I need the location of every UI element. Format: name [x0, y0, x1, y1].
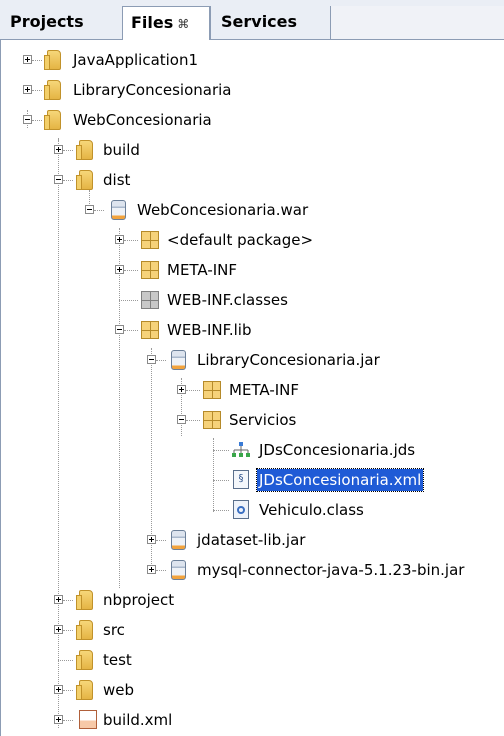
tree-node-test[interactable]: test — [103, 649, 132, 671]
package-icon — [141, 231, 159, 249]
folder-icon — [76, 140, 93, 160]
expand-libraryconcesionaria-icon[interactable] — [23, 85, 32, 94]
package-icon — [141, 261, 159, 279]
folder-icon — [76, 650, 93, 670]
expand-build-xml-icon[interactable] — [54, 715, 63, 724]
folder-icon — [44, 50, 61, 70]
jar-icon — [171, 560, 186, 580]
dataset-icon — [231, 441, 251, 459]
tree-node-jdataset-lib-jar[interactable]: jdataset-lib.jar — [197, 529, 305, 551]
folder-icon — [44, 80, 61, 100]
class-file-icon — [233, 500, 249, 519]
tab-projects[interactable]: Projects — [0, 6, 120, 39]
tree-node-jdsconcesionaria-jds[interactable]: JDsConcesionaria.jds — [259, 439, 415, 461]
collapse-servicios-icon[interactable] — [177, 415, 186, 424]
tab-files[interactable]: Files ⌘ — [122, 6, 210, 40]
expand-default-package-icon[interactable] — [115, 235, 124, 244]
folder-icon — [44, 110, 61, 130]
tree-node-javaapplication1[interactable]: JavaApplication1 — [73, 49, 198, 71]
tree-node-web-inf-lib[interactable]: WEB-INF.lib — [167, 319, 252, 341]
folder-icon — [76, 590, 93, 610]
tab-files-label: Files — [131, 13, 174, 32]
tree-node-libraryconcesionaria-jar[interactable]: LibraryConcesionaria.jar — [197, 349, 380, 371]
empty-package-icon — [141, 291, 159, 309]
war-archive-icon — [111, 200, 126, 220]
package-icon — [141, 321, 159, 339]
tree-node-webconcesionaria[interactable]: WebConcesionaria — [73, 109, 212, 131]
tree-node-build-xml[interactable]: build.xml — [103, 709, 172, 731]
tree-node-servicios[interactable]: Servicios — [229, 409, 296, 431]
expand-nbproject-icon[interactable] — [54, 595, 63, 604]
expand-meta-inf-icon[interactable] — [115, 265, 124, 274]
tab-services[interactable]: Services — [210, 6, 330, 39]
tree-node-default-package[interactable]: <default package> — [167, 229, 313, 251]
tree-node-libraryconcesionaria[interactable]: LibraryConcesionaria — [73, 79, 231, 101]
tree-node-build[interactable]: build — [103, 139, 140, 161]
collapse-dist-icon[interactable] — [54, 175, 63, 184]
expand-build-icon[interactable] — [54, 145, 63, 154]
tree-node-dist[interactable]: dist — [103, 169, 130, 191]
jar-icon — [171, 350, 186, 370]
files-tree[interactable]: JavaApplication1 LibraryConcesionaria We… — [0, 40, 504, 736]
tree-node-jar-meta-inf[interactable]: META-INF — [229, 379, 299, 401]
tree-node-src[interactable]: src — [103, 619, 125, 641]
collapse-webconcesionaria-icon[interactable] — [23, 115, 32, 124]
tree-node-web-inf-classes[interactable]: WEB-INF.classes — [167, 289, 288, 311]
expand-javaapplication1-icon[interactable] — [23, 55, 32, 64]
close-icon[interactable]: ⌘ — [177, 17, 189, 31]
package-icon — [203, 381, 221, 399]
tree-node-meta-inf[interactable]: META-INF — [167, 259, 237, 281]
tab-bar: Projects Files ⌘ Services — [0, 0, 504, 40]
expand-jdataset-jar-icon[interactable] — [147, 535, 156, 544]
tree-node-nbproject[interactable]: nbproject — [103, 589, 174, 611]
tree-node-mysql-connector-jar[interactable]: mysql-connector-java-5.1.23-bin.jar — [197, 559, 464, 581]
jar-icon — [171, 530, 186, 550]
expand-web-icon[interactable] — [54, 685, 63, 694]
folder-icon — [76, 620, 93, 640]
folder-icon — [76, 680, 93, 700]
expand-src-icon[interactable] — [54, 625, 63, 634]
expand-mysql-jar-icon[interactable] — [147, 565, 156, 574]
tree-node-jdsconcesionaria-xml[interactable]: JDsConcesionaria.xml — [255, 468, 425, 492]
tree-node-vehiculo-class[interactable]: Vehiculo.class — [259, 499, 364, 521]
collapse-library-jar-icon[interactable] — [147, 355, 156, 364]
tree-node-webconcesionaria-war[interactable]: WebConcesionaria.war — [137, 199, 308, 221]
expand-jar-meta-inf-icon[interactable] — [177, 385, 186, 394]
tab-services-label: Services — [221, 12, 298, 31]
ant-build-file-icon — [79, 710, 97, 729]
tab-bar-empty-area — [330, 6, 504, 39]
xml-file-icon: § — [233, 470, 249, 489]
collapse-web-inf-lib-icon[interactable] — [115, 325, 124, 334]
tab-projects-label: Projects — [10, 12, 84, 31]
folder-icon — [76, 170, 93, 190]
tree-node-web[interactable]: web — [103, 679, 134, 701]
collapse-war-icon[interactable] — [85, 205, 94, 214]
package-icon — [203, 411, 221, 429]
